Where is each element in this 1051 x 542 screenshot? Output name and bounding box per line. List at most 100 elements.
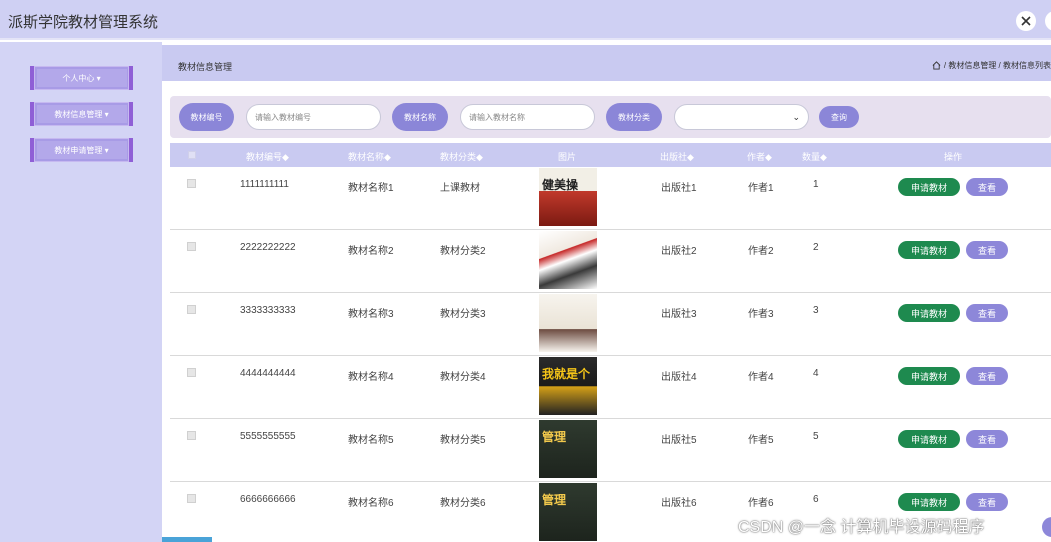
cover-image[interactable]: 管理 <box>539 420 597 478</box>
row-checkbox[interactable] <box>187 305 196 314</box>
sidebar-item-textbook-info[interactable]: 教材信息管理 ▾ <box>30 102 133 126</box>
cell-name: 教材名称5 <box>348 435 394 446</box>
apply-textbook-button[interactable]: 申请教材 <box>898 178 960 196</box>
home-icon[interactable] <box>932 61 941 70</box>
close-x-icon[interactable] <box>1016 11 1036 31</box>
apply-textbook-button[interactable]: 申请教材 <box>898 430 960 448</box>
cell-name: 教材名称1 <box>348 183 394 194</box>
top-header: 派斯学院教材管理系统 <box>0 0 1051 40</box>
cover-image[interactable]: 管理 <box>539 483 597 541</box>
code-label: 教材编号 <box>179 103 234 131</box>
cell-publisher: 出版社5 <box>661 435 697 446</box>
sidebar-item-textbook-application[interactable]: 教材申请管理 ▾ <box>30 138 133 162</box>
category-select[interactable]: ⌄ <box>674 104 809 130</box>
row-checkbox[interactable] <box>187 368 196 377</box>
view-button[interactable]: 查看 <box>966 493 1008 511</box>
cell-author: 作者4 <box>748 372 774 383</box>
table-row: 4444444444 教材名称4 教材分类4 我就是个 出版社4 作者4 4 申请教材 查看 <box>170 356 1051 419</box>
query-button[interactable]: 查询 <box>819 106 859 128</box>
apply-textbook-button[interactable]: 申请教材 <box>898 241 960 259</box>
sidebar-item-label: 教材申请管理 ▾ <box>36 141 127 159</box>
cell-category: 教材分类5 <box>440 435 486 446</box>
cell-author: 作者2 <box>748 246 774 257</box>
view-button[interactable]: 查看 <box>966 178 1008 196</box>
row-checkbox[interactable] <box>187 242 196 251</box>
table-header: 教材编号◆ 教材名称◆ 教材分类◆ 图片 出版社◆ 作者◆ 数量◆ 操作 <box>170 143 1051 167</box>
sidebar: 个人中心 ▾ 教材信息管理 ▾ 教材申请管理 ▾ <box>0 42 162 542</box>
sidebar-item-label: 个人中心 ▾ <box>36 69 127 87</box>
view-button[interactable]: 查看 <box>966 430 1008 448</box>
cell-category: 教材分类2 <box>440 246 486 257</box>
th-quantity[interactable]: 数量◆ <box>802 150 827 163</box>
sidebar-item-label: 教材信息管理 ▾ <box>36 105 127 123</box>
horizontal-scrollbar[interactable] <box>162 537 212 542</box>
cover-title: 我就是个 <box>542 367 591 381</box>
cell-name: 教材名称2 <box>348 246 394 257</box>
watermark: CSDN @一念 计算机毕设源码程序 <box>738 519 985 536</box>
th-image: 图片 <box>558 152 577 162</box>
category-label: 教材分类 <box>606 103 662 131</box>
table-row: 1111111111 教材名称1 上课教材 健美操 出版社1 作者1 1 申请教材 查看 <box>170 167 1051 230</box>
cell-author: 作者6 <box>748 498 774 509</box>
cover-image[interactable]: 我就是个 <box>539 357 597 415</box>
breadcrumb: / 教材信息管理 / 教材信息列表 <box>932 60 1051 71</box>
name-search-input[interactable]: 请输入教材名称 <box>460 104 595 130</box>
th-publisher[interactable]: 出版社◆ <box>660 150 694 163</box>
row-checkbox[interactable] <box>187 494 196 503</box>
breadcrumb-bar: 教材信息管理 / 教材信息管理 / 教材信息列表 <box>162 45 1051 81</box>
cell-quantity: 1 <box>813 179 819 190</box>
table-row: 3333333333 教材名称3 教材分类3 出版社3 作者3 3 申请教材 查看 <box>170 293 1051 356</box>
cell-code: 3333333333 <box>240 305 296 316</box>
apply-textbook-button[interactable]: 申请教材 <box>898 304 960 322</box>
cell-category: 教材分类4 <box>440 372 486 383</box>
cell-code: 2222222222 <box>240 242 296 253</box>
cell-code: 5555555555 <box>240 431 296 442</box>
th-actions: 操作 <box>944 152 963 162</box>
cell-category: 教材分类3 <box>440 309 486 320</box>
cell-author: 作者5 <box>748 435 774 446</box>
select-all-checkbox[interactable] <box>188 151 196 159</box>
view-button[interactable]: 查看 <box>966 241 1008 259</box>
name-label: 教材名称 <box>392 103 448 131</box>
apply-textbook-button[interactable]: 申请教材 <box>898 367 960 385</box>
cell-name: 教材名称4 <box>348 372 394 383</box>
cell-publisher: 出版社1 <box>661 183 697 194</box>
sidebar-item-personal-center[interactable]: 个人中心 ▾ <box>30 66 133 90</box>
row-checkbox[interactable] <box>187 431 196 440</box>
th-name[interactable]: 教材名称◆ <box>348 150 391 163</box>
cell-category: 教材分类6 <box>440 498 486 509</box>
cell-quantity: 4 <box>813 368 819 379</box>
table-row: 2222222222 教材名称2 教材分类2 出版社2 作者2 2 申请教材 查看 <box>170 230 1051 293</box>
cell-author: 作者3 <box>748 309 774 320</box>
cell-publisher: 出版社3 <box>661 309 697 320</box>
cell-publisher: 出版社6 <box>661 498 697 509</box>
cell-publisher: 出版社2 <box>661 246 697 257</box>
view-button[interactable]: 查看 <box>966 367 1008 385</box>
fullscreen-icon[interactable] <box>1045 11 1051 31</box>
cover-title: 管理 <box>542 430 567 444</box>
cell-quantity: 2 <box>813 242 819 253</box>
cover-image[interactable] <box>539 294 597 352</box>
apply-textbook-button[interactable]: 申请教材 <box>898 493 960 511</box>
th-code[interactable]: 教材编号◆ <box>246 150 289 163</box>
cover-image[interactable] <box>539 231 597 289</box>
main-content: 教材信息管理 / 教材信息管理 / 教材信息列表 教材编号 请输入教材编号 教材… <box>162 42 1051 542</box>
cell-quantity: 6 <box>813 494 819 505</box>
table-row: 5555555555 教材名称5 教材分类5 管理 出版社5 作者5 5 申请教材 查看 <box>170 419 1051 482</box>
th-category[interactable]: 教材分类◆ <box>440 150 483 163</box>
cell-quantity: 3 <box>813 305 819 316</box>
view-button[interactable]: 查看 <box>966 304 1008 322</box>
cell-category: 上课教材 <box>440 183 480 194</box>
th-author[interactable]: 作者◆ <box>747 150 772 163</box>
cell-code: 4444444444 <box>240 368 296 379</box>
cell-name: 教材名称3 <box>348 309 394 320</box>
row-checkbox[interactable] <box>187 179 196 188</box>
chevron-down-icon: ⌄ <box>792 111 800 122</box>
app-title: 派斯学院教材管理系统 <box>8 14 159 31</box>
cover-image[interactable]: 健美操 <box>539 168 597 226</box>
cover-title: 健美操 <box>542 178 579 192</box>
cover-title: 管理 <box>542 493 567 507</box>
code-search-input[interactable]: 请输入教材编号 <box>246 104 381 130</box>
search-bar: 教材编号 请输入教材编号 教材名称 请输入教材名称 教材分类 ⌄ 查询 <box>170 96 1051 138</box>
cell-code: 6666666666 <box>240 494 296 505</box>
